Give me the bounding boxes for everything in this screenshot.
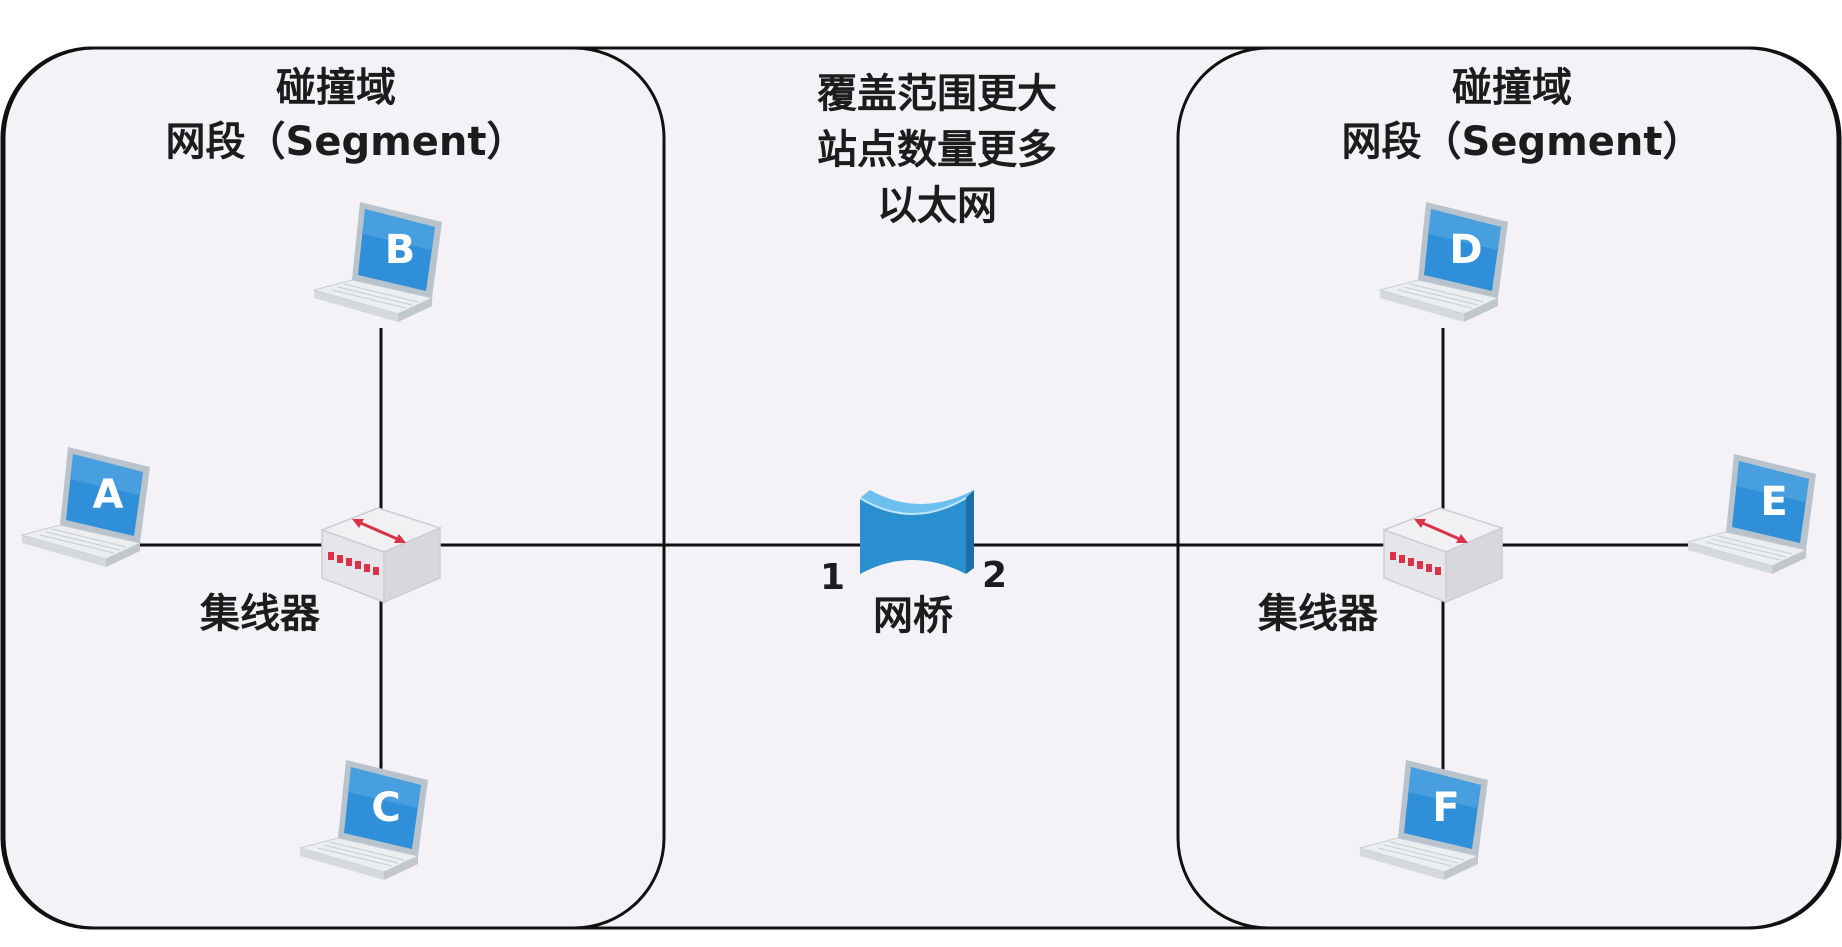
bridge-port-1: 1 [820,557,846,598]
left-segment-title-1: 碰撞域 [276,65,396,111]
host-F-letter: F [1432,785,1460,831]
host-A-letter: A [92,472,124,518]
hub-right[interactable] [1381,500,1505,604]
hub-right-label: 集线器 [1258,591,1378,637]
left-segment-title-2: 网段（Segment） [165,119,527,165]
host-F[interactable]: F [1358,758,1490,888]
host-B-letter: B [384,227,416,273]
right-segment-title-1: 碰撞域 [1452,65,1572,111]
host-E-letter: E [1760,479,1788,525]
host-C-letter: C [371,785,401,831]
host-C[interactable]: C [298,758,430,888]
hub-left-label: 集线器 [200,591,320,637]
hub-icon [319,507,443,604]
center-line-2: 站点数量更多 [817,127,1057,173]
center-line-3: 以太网 [877,183,997,229]
host-E[interactable]: E [1686,452,1818,582]
right-segment-title-2: 网段（Segment） [1341,119,1703,165]
host-D[interactable]: D [1378,200,1510,330]
host-D-letter: D [1449,227,1483,273]
bridge-icon [859,490,974,574]
bridge-port-2: 2 [982,555,1008,596]
bridge[interactable] [858,488,976,580]
hub-icon [1381,507,1505,604]
host-A[interactable]: A [20,445,152,575]
center-line-1: 覆盖范围更大 [817,71,1057,117]
hub-left[interactable] [319,500,443,604]
host-B[interactable]: B [312,200,444,330]
bridge-label: 网桥 [873,593,953,639]
diagram-canvas: 碰撞域 网段（Segment） 碰撞域 网段（Segment） 覆盖范围更大 站… [0,0,1842,947]
